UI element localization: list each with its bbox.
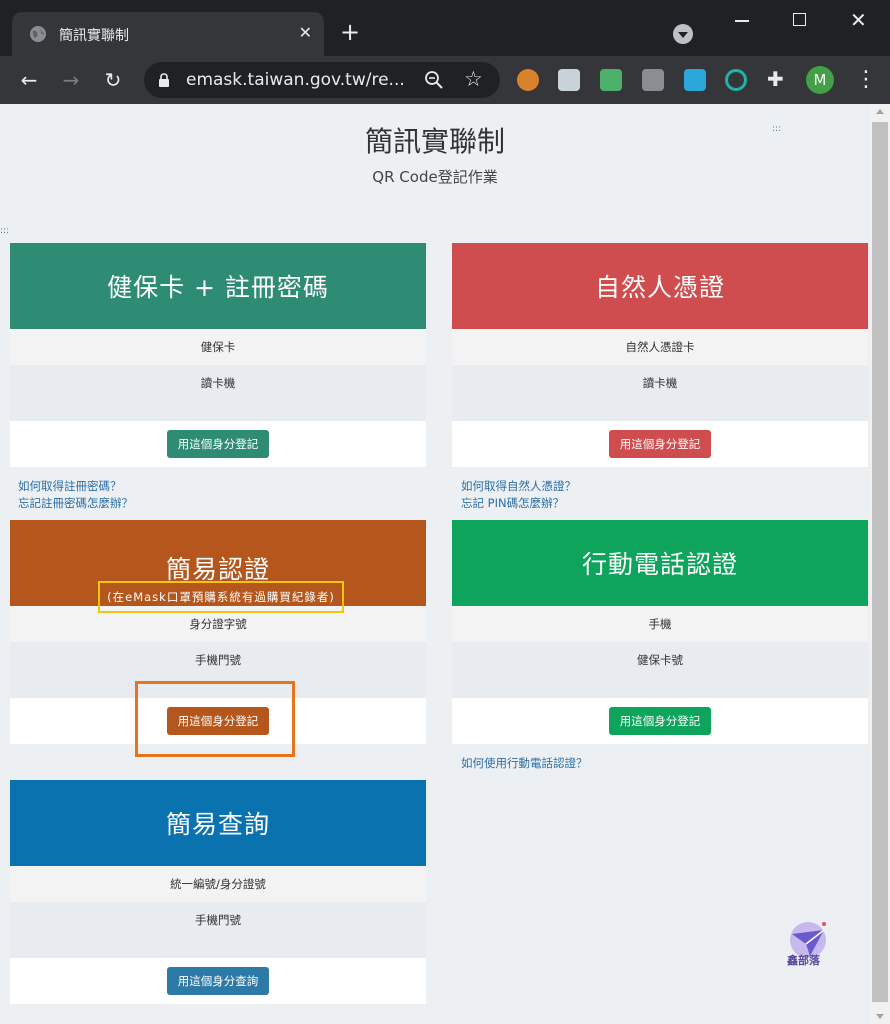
extension-icon[interactable] [558, 69, 580, 91]
card-mobile: 行動電話認證 手機 健保卡號 用這個身分登記 [452, 520, 868, 744]
highlight-note: (在eMask口罩預購系統有過購買紀錄者) [98, 581, 344, 613]
card-footer: 用這個身分登記 [452, 421, 868, 467]
page-title: 簡訊實聯制 [364, 125, 505, 158]
globe-icon [30, 26, 46, 42]
extension-icon[interactable] [517, 69, 539, 91]
star-icon[interactable]: ☆ [464, 67, 483, 91]
card-spacer [452, 678, 868, 698]
card-header: 行動電話認證 [452, 520, 868, 606]
card-header: 簡易認證 (在eMask口罩預購系統有過購買紀錄者) [10, 520, 426, 613]
url-text[interactable]: emask.taiwan.gov.tw/re... [186, 70, 405, 90]
tab-strip: 簡訊實聯制 ✕ + ✕ [0, 0, 890, 56]
help-link[interactable]: 如何取得註冊密碼？ [18, 478, 122, 494]
help-link[interactable]: 忘記 PIN碼怎麼辦？ [461, 495, 564, 511]
dots-marker: ::: [772, 124, 782, 134]
card-spacer [10, 401, 426, 421]
search-tabs-icon[interactable] [673, 24, 693, 44]
extension-icon[interactable] [600, 69, 622, 91]
browser-tab[interactable]: 簡訊實聯制 ✕ [12, 12, 324, 56]
lock-icon[interactable] [158, 73, 170, 87]
zoom-icon[interactable] [424, 70, 444, 90]
power-icon[interactable] [725, 69, 747, 91]
scrollbar[interactable] [870, 104, 890, 1024]
help-link[interactable]: 如何使用行動電話認證？ [461, 755, 588, 771]
watermark-text: 鑫部落 [787, 954, 820, 967]
tab-title: 簡訊實聯制 [59, 28, 129, 44]
card-nhi: 健保卡 + 註冊密碼 健保卡 讀卡機 用這個身分登記 [10, 243, 426, 467]
card-moica: 自然人憑證 自然人憑證卡 讀卡機 用這個身分登記 [452, 243, 868, 467]
avatar[interactable]: M [806, 66, 834, 94]
extension-icon[interactable] [642, 69, 664, 91]
requirement-item: 手機 [452, 606, 868, 642]
card-header: 健保卡 + 註冊密碼 [10, 243, 426, 329]
card-spacer [452, 401, 868, 421]
tab-close-icon[interactable]: ✕ [299, 24, 312, 42]
register-button[interactable]: 用這個身分登記 [608, 707, 712, 735]
highlight-frame [135, 681, 295, 757]
page-subtitle: QR Code登記作業 [372, 168, 498, 186]
card-header: 簡易查詢 [10, 780, 426, 866]
help-link[interactable]: 忘記註冊密碼怎麼辦？ [18, 495, 133, 511]
back-icon[interactable]: ← [15, 66, 43, 94]
close-window-icon[interactable]: ✕ [850, 8, 867, 32]
requirement-item: 自然人憑證卡 [452, 329, 868, 365]
requirement-item: 讀卡機 [10, 365, 426, 401]
scroll-up-icon[interactable] [876, 109, 884, 114]
card-footer: 用這個身分登記 [452, 698, 868, 744]
requirement-item: 健保卡號 [452, 642, 868, 678]
page-viewport: 簡訊實聯制 QR Code登記作業 ::: ::: 健保卡 + 註冊密碼 健保卡… [0, 104, 870, 1024]
card-footer: 用這個身分查詢 [10, 958, 426, 1004]
forward-icon[interactable]: → [57, 66, 85, 94]
address-bar[interactable]: emask.taiwan.gov.tw/re... ☆ [144, 62, 500, 98]
requirement-item: 健保卡 [10, 329, 426, 365]
new-tab-button[interactable]: + [340, 20, 360, 44]
puzzle-icon[interactable]: ✚ [767, 67, 789, 91]
minimize-icon[interactable] [735, 20, 749, 22]
requirement-item: 手機門號 [10, 902, 426, 938]
browser-toolbar: ← → ↻ emask.taiwan.gov.tw/re... ☆ ✚ M ⋮ [0, 56, 890, 104]
requirement-item: 讀卡機 [452, 365, 868, 401]
card-header: 自然人憑證 [452, 243, 868, 329]
reload-icon[interactable]: ↻ [99, 66, 127, 94]
requirement-item: 統一編號/身分證號 [10, 866, 426, 902]
maximize-icon[interactable] [793, 13, 806, 26]
query-button[interactable]: 用這個身分查詢 [166, 967, 270, 995]
menu-icon[interactable]: ⋮ [855, 66, 877, 94]
scrollbar-thumb[interactable] [872, 122, 888, 1002]
dots-marker: ::: [0, 226, 10, 236]
card-query: 簡易查詢 統一編號/身分證號 手機門號 用這個身分查詢 [10, 780, 426, 1004]
card-footer: 用這個身分登記 [10, 421, 426, 467]
register-button[interactable]: 用這個身分登記 [166, 430, 270, 458]
card-spacer [10, 938, 426, 958]
extension-icon[interactable] [684, 69, 706, 91]
help-link[interactable]: 如何取得自然人憑證？ [461, 478, 576, 494]
requirement-item: 手機門號 [10, 642, 426, 678]
register-button[interactable]: 用這個身分登記 [608, 430, 712, 458]
scroll-down-icon[interactable] [876, 1014, 884, 1019]
